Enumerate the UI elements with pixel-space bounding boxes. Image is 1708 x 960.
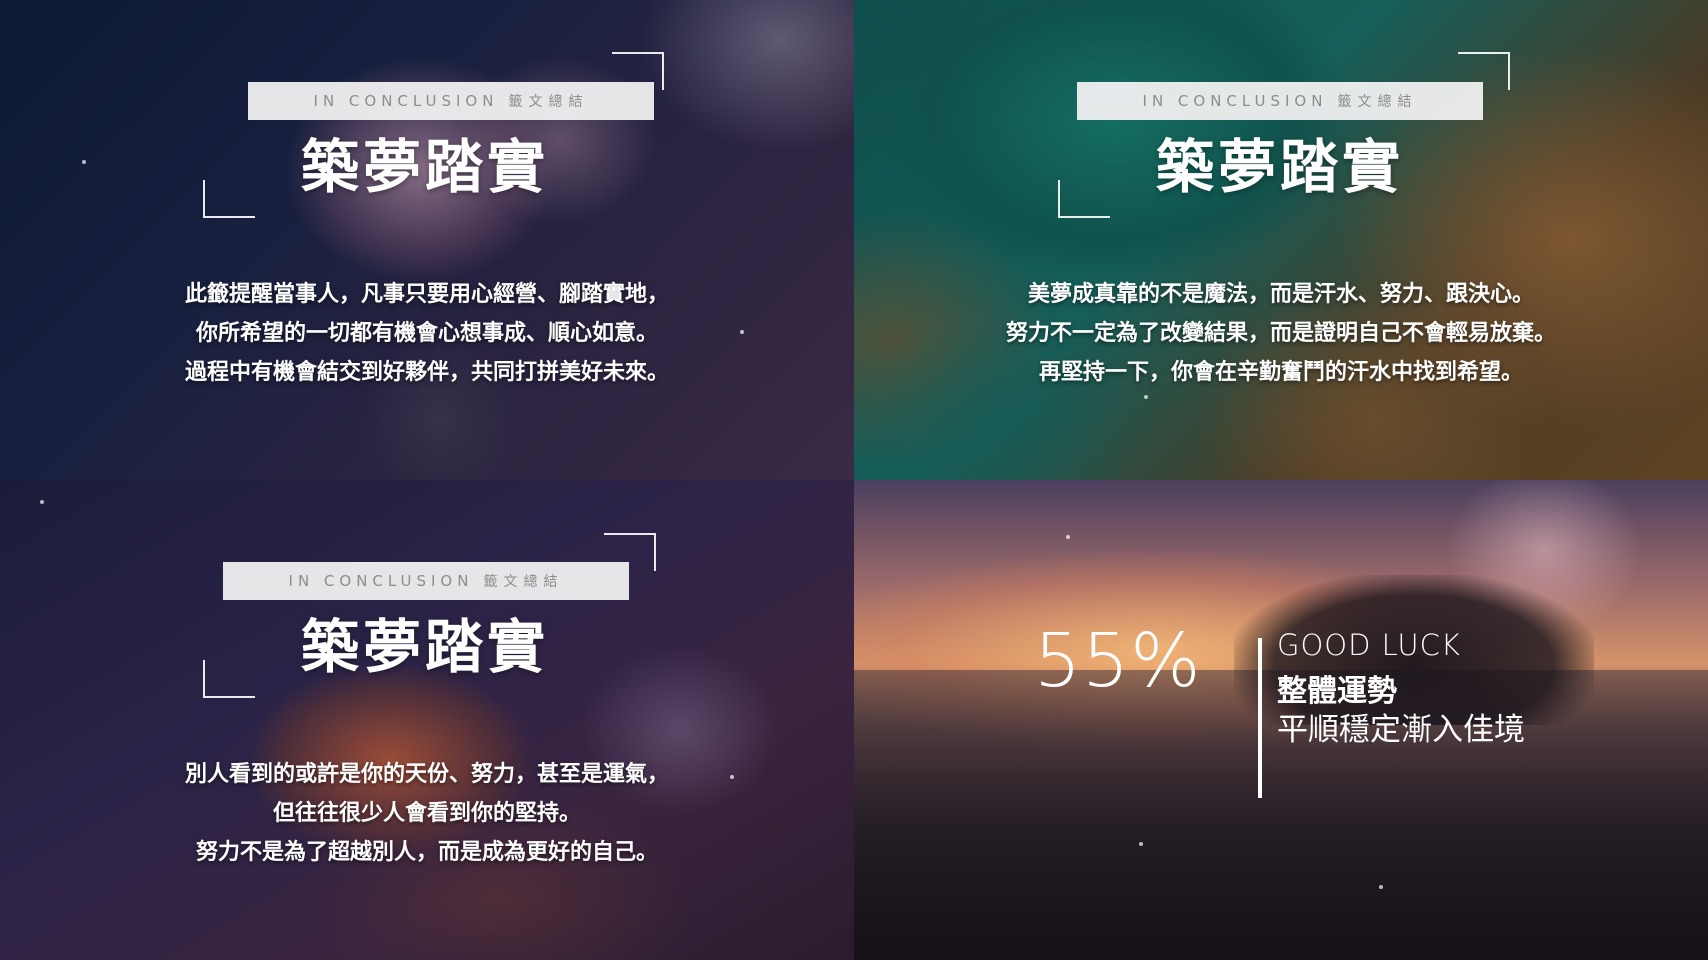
slide-title: 築夢踏實 <box>1155 133 1404 201</box>
body-line: 美夢成真靠的不是魔法，而是汗水、努力、跟決心。 <box>1027 282 1534 307</box>
tag-chinese: 籤文總結 <box>508 94 589 110</box>
sparkle <box>1139 842 1143 846</box>
sparkle <box>1066 535 1070 539</box>
slide-panel-1: IN CONCLUSION 籤文總結 築夢踏實 此籤提醒當事人，凡事只要用心經營… <box>0 0 854 480</box>
body-line: 再堅持一下，你會在辛勤奮鬥的汗水中找到希望。 <box>1038 360 1523 385</box>
slide-title: 築夢踏實 <box>300 133 549 201</box>
body-line: 努力不是為了超越別人，而是成為更好的自己。 <box>195 840 658 865</box>
conclusion-tag: IN CONCLUSION 籤文總結 <box>223 562 629 600</box>
slide-panel-3: IN CONCLUSION 籤文總結 築夢踏實 別人看到的或許是你的天份、努力，… <box>0 480 854 960</box>
lake-forest-background <box>854 0 1708 480</box>
fortune-description: 平順穩定漸入佳境 <box>1277 712 1525 748</box>
slides-grid: IN CONCLUSION 籤文總結 築夢踏實 此籤提醒當事人，凡事只要用心經營… <box>0 0 1708 960</box>
tag-chinese: 籤文總結 <box>483 574 564 590</box>
slide-title: 築夢踏實 <box>300 613 549 681</box>
slide-panel-2: IN CONCLUSION 籤文總結 築夢踏實 美夢成真靠的不是魔法，而是汗水、… <box>854 0 1708 480</box>
conclusion-tag: IN CONCLUSION 籤文總結 <box>248 82 654 120</box>
slide-body: 美夢成真靠的不是魔法，而是汗水、努力、跟決心。 努力不一定為了改變結果，而是證明… <box>894 275 1668 392</box>
tag-english: IN CONCLUSION <box>313 92 499 110</box>
body-line: 別人看到的或許是你的天份、努力，甚至是運氣， <box>184 762 669 787</box>
sparkle <box>740 330 744 334</box>
body-line: 你所希望的一切都有機會心想事成、順心如意。 <box>195 321 658 346</box>
rock-arch-background <box>0 480 854 960</box>
slide-body: 別人看到的或許是你的天份、努力，甚至是運氣， 但往往很少人會看到你的堅持。 努力… <box>40 755 814 872</box>
fortune-label-en: GOOD LUCK <box>1277 628 1461 662</box>
body-line: 但往往很少人會看到你的堅持。 <box>272 801 581 826</box>
sparkle <box>730 775 734 779</box>
tag-chinese: 籤文總結 <box>1337 94 1418 110</box>
body-line: 過程中有機會結交到好夥伴，共同打拼美好未來。 <box>184 360 669 385</box>
body-line: 努力不一定為了改變結果，而是證明自己不會輕易放棄。 <box>1005 321 1556 346</box>
sparkle <box>1144 395 1148 399</box>
sparkle <box>82 160 86 164</box>
slide-body: 此籤提醒當事人，凡事只要用心經營、腳踏實地， 你所希望的一切都有機會心想事成、順… <box>40 275 814 392</box>
body-line: 此籤提醒當事人，凡事只要用心經營、腳踏實地， <box>184 282 669 307</box>
divider-line <box>1258 638 1262 798</box>
flower-background <box>0 0 854 480</box>
slide-panel-4: 55% GOOD LUCK 整體運勢 平順穩定漸入佳境 <box>854 480 1708 960</box>
tag-english: IN CONCLUSION <box>1142 92 1328 110</box>
fortune-percent: 55% <box>1034 618 1202 704</box>
sparkle <box>40 500 44 504</box>
conclusion-tag: IN CONCLUSION 籤文總結 <box>1077 82 1483 120</box>
tag-english: IN CONCLUSION <box>288 572 474 590</box>
sparkle <box>1379 885 1383 889</box>
